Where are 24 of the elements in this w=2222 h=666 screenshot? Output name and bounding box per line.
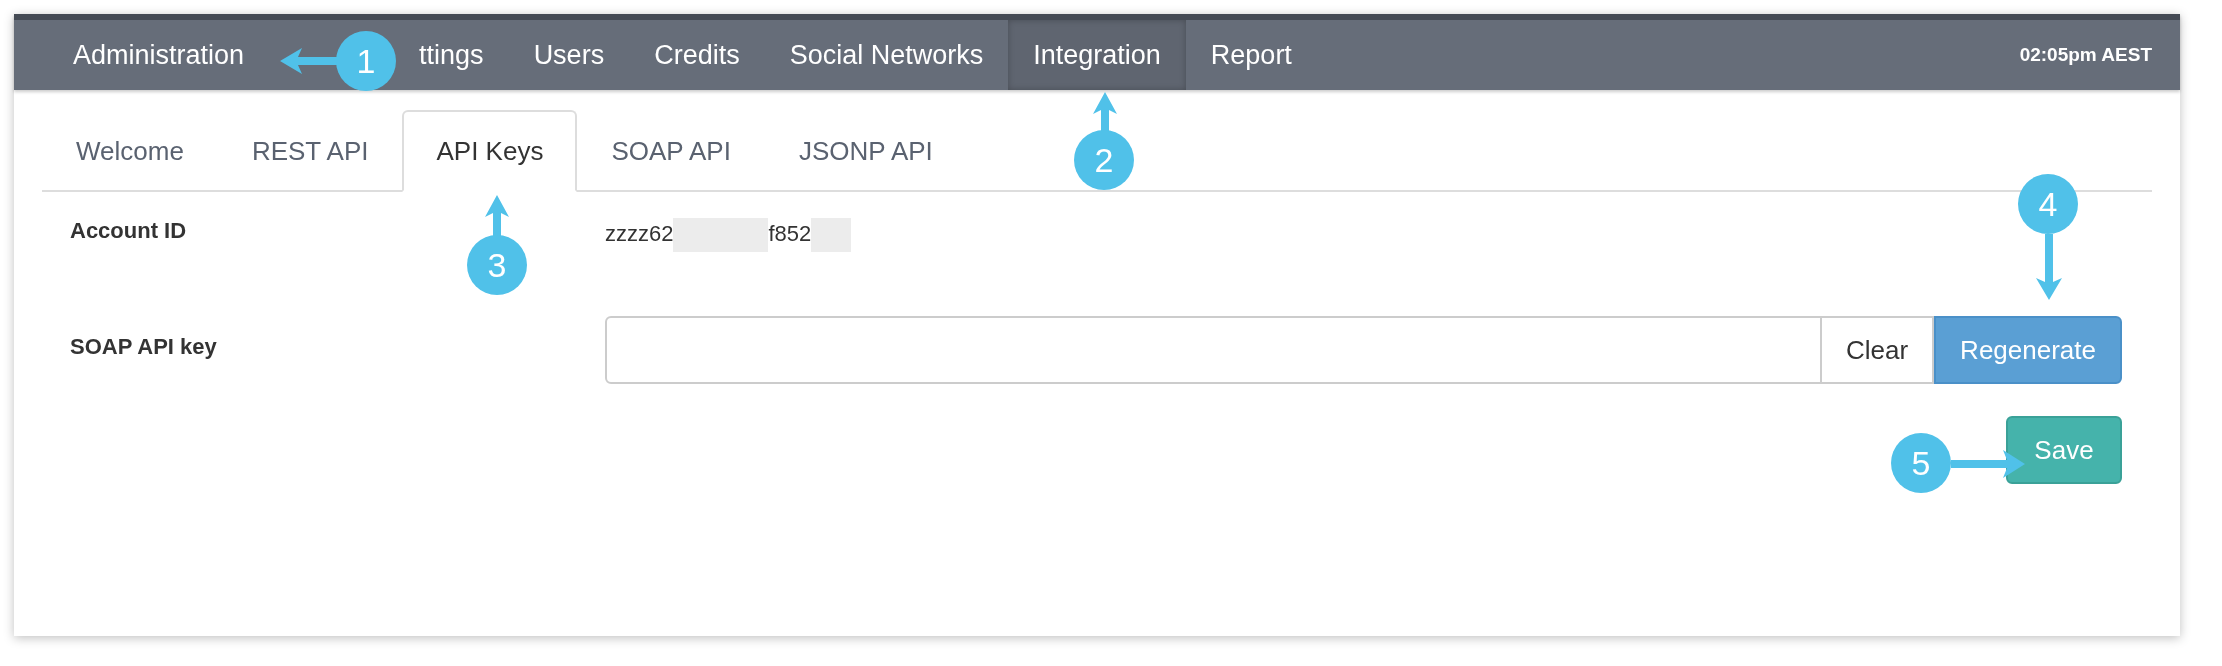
tab[interactable]: Welcome bbox=[42, 110, 218, 192]
tab[interactable]: API Keys bbox=[402, 110, 578, 192]
field-label: SOAP API key bbox=[70, 333, 218, 360]
nav-item[interactable]: ttings bbox=[419, 20, 509, 90]
account-id-value: zzzz62 f852 bbox=[605, 218, 852, 252]
clear-button[interactable]: Clear bbox=[1821, 316, 1935, 384]
arrow-icon bbox=[280, 48, 338, 74]
nav-item[interactable]: Administration bbox=[48, 20, 270, 90]
tab[interactable]: REST API bbox=[217, 110, 403, 192]
arrow-icon bbox=[1093, 92, 1117, 132]
nav-item[interactable]: Social Networks bbox=[764, 20, 1009, 90]
clock-time: 02:05pm AEST bbox=[2019, 44, 2153, 66]
nav-item[interactable]: Integration bbox=[1008, 20, 1186, 90]
arrow-icon bbox=[1951, 450, 2025, 478]
nav-item[interactable]: Report bbox=[1185, 20, 1317, 90]
tab[interactable]: SOAP API bbox=[577, 110, 765, 192]
api-key-field[interactable] bbox=[605, 316, 1822, 384]
arrow-icon bbox=[2036, 234, 2062, 300]
tab[interactable]: JSONP API bbox=[764, 110, 967, 192]
arrow-icon bbox=[485, 195, 509, 237]
field-label: Account ID bbox=[70, 218, 188, 244]
regenerate-button[interactable]: Regenerate bbox=[1934, 316, 2122, 384]
nav-item[interactable]: Users bbox=[508, 20, 630, 90]
nav-item[interactable]: Credits bbox=[629, 20, 765, 90]
